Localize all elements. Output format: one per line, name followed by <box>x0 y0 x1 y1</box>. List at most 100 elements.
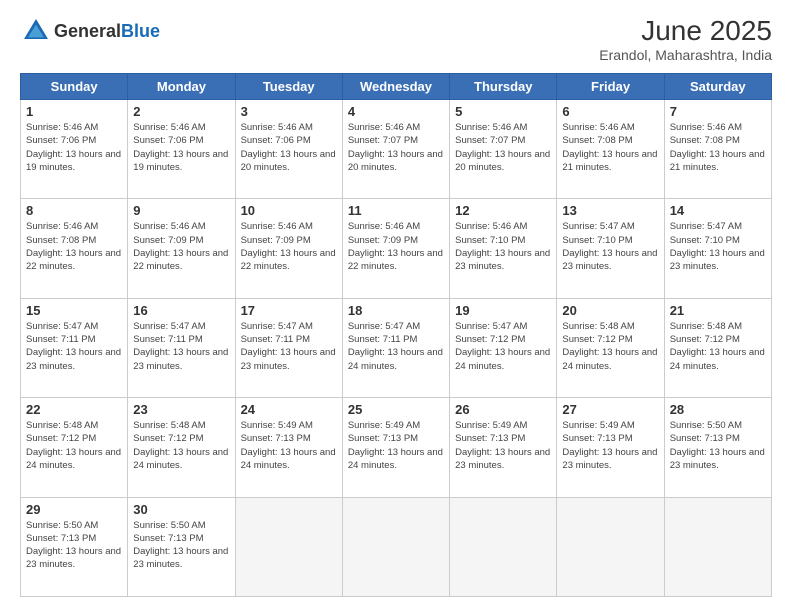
day-info: Sunrise: 5:49 AM Sunset: 7:13 PM Dayligh… <box>562 419 658 472</box>
day-info: Sunrise: 5:46 AM Sunset: 7:07 PM Dayligh… <box>348 121 444 174</box>
day-info: Sunrise: 5:46 AM Sunset: 7:08 PM Dayligh… <box>562 121 658 174</box>
header: GeneralBlue June 2025 Erandol, Maharasht… <box>20 15 772 63</box>
day-cell: 1 Sunrise: 5:46 AM Sunset: 7:06 PM Dayli… <box>21 100 128 199</box>
weekday-header-row: Sunday Monday Tuesday Wednesday Thursday… <box>21 74 772 100</box>
day-number: 5 <box>455 104 551 119</box>
header-saturday: Saturday <box>664 74 771 100</box>
day-number: 2 <box>133 104 229 119</box>
header-wednesday: Wednesday <box>342 74 449 100</box>
day-number: 23 <box>133 402 229 417</box>
day-cell: 3 Sunrise: 5:46 AM Sunset: 7:06 PM Dayli… <box>235 100 342 199</box>
logo-blue-text: Blue <box>121 21 160 41</box>
day-info: Sunrise: 5:48 AM Sunset: 7:12 PM Dayligh… <box>133 419 229 472</box>
day-info: Sunrise: 5:50 AM Sunset: 7:13 PM Dayligh… <box>133 519 229 572</box>
day-info: Sunrise: 5:46 AM Sunset: 7:06 PM Dayligh… <box>26 121 122 174</box>
calendar-row: 8 Sunrise: 5:46 AM Sunset: 7:08 PM Dayli… <box>21 199 772 298</box>
day-cell: 22 Sunrise: 5:48 AM Sunset: 7:12 PM Dayl… <box>21 398 128 497</box>
day-cell: 18 Sunrise: 5:47 AM Sunset: 7:11 PM Dayl… <box>342 298 449 397</box>
day-number: 11 <box>348 203 444 218</box>
day-number: 20 <box>562 303 658 318</box>
logo: GeneralBlue <box>20 15 160 47</box>
day-info: Sunrise: 5:47 AM Sunset: 7:11 PM Dayligh… <box>348 320 444 373</box>
day-number: 17 <box>241 303 337 318</box>
logo-general-text: General <box>54 21 121 41</box>
empty-cell <box>342 497 449 596</box>
day-number: 8 <box>26 203 122 218</box>
day-cell: 2 Sunrise: 5:46 AM Sunset: 7:06 PM Dayli… <box>128 100 235 199</box>
day-cell: 20 Sunrise: 5:48 AM Sunset: 7:12 PM Dayl… <box>557 298 664 397</box>
empty-cell <box>235 497 342 596</box>
day-info: Sunrise: 5:46 AM Sunset: 7:06 PM Dayligh… <box>133 121 229 174</box>
day-cell: 7 Sunrise: 5:46 AM Sunset: 7:08 PM Dayli… <box>664 100 771 199</box>
day-info: Sunrise: 5:50 AM Sunset: 7:13 PM Dayligh… <box>670 419 766 472</box>
day-info: Sunrise: 5:48 AM Sunset: 7:12 PM Dayligh… <box>26 419 122 472</box>
day-number: 12 <box>455 203 551 218</box>
day-info: Sunrise: 5:46 AM Sunset: 7:08 PM Dayligh… <box>26 220 122 273</box>
day-number: 13 <box>562 203 658 218</box>
day-number: 16 <box>133 303 229 318</box>
day-number: 19 <box>455 303 551 318</box>
day-cell: 25 Sunrise: 5:49 AM Sunset: 7:13 PM Dayl… <box>342 398 449 497</box>
day-number: 15 <box>26 303 122 318</box>
day-info: Sunrise: 5:46 AM Sunset: 7:09 PM Dayligh… <box>241 220 337 273</box>
empty-cell <box>450 497 557 596</box>
day-number: 1 <box>26 104 122 119</box>
day-number: 29 <box>26 502 122 517</box>
day-cell: 10 Sunrise: 5:46 AM Sunset: 7:09 PM Dayl… <box>235 199 342 298</box>
day-cell: 30 Sunrise: 5:50 AM Sunset: 7:13 PM Dayl… <box>128 497 235 596</box>
day-number: 6 <box>562 104 658 119</box>
day-number: 7 <box>670 104 766 119</box>
day-cell: 5 Sunrise: 5:46 AM Sunset: 7:07 PM Dayli… <box>450 100 557 199</box>
day-number: 27 <box>562 402 658 417</box>
day-cell: 21 Sunrise: 5:48 AM Sunset: 7:12 PM Dayl… <box>664 298 771 397</box>
day-info: Sunrise: 5:47 AM Sunset: 7:10 PM Dayligh… <box>670 220 766 273</box>
day-info: Sunrise: 5:46 AM Sunset: 7:06 PM Dayligh… <box>241 121 337 174</box>
day-cell: 24 Sunrise: 5:49 AM Sunset: 7:13 PM Dayl… <box>235 398 342 497</box>
day-number: 25 <box>348 402 444 417</box>
day-info: Sunrise: 5:47 AM Sunset: 7:11 PM Dayligh… <box>241 320 337 373</box>
day-number: 10 <box>241 203 337 218</box>
day-number: 22 <box>26 402 122 417</box>
day-info: Sunrise: 5:48 AM Sunset: 7:12 PM Dayligh… <box>562 320 658 373</box>
day-cell: 9 Sunrise: 5:46 AM Sunset: 7:09 PM Dayli… <box>128 199 235 298</box>
header-sunday: Sunday <box>21 74 128 100</box>
day-cell: 11 Sunrise: 5:46 AM Sunset: 7:09 PM Dayl… <box>342 199 449 298</box>
day-cell: 12 Sunrise: 5:46 AM Sunset: 7:10 PM Dayl… <box>450 199 557 298</box>
day-number: 4 <box>348 104 444 119</box>
empty-cell <box>664 497 771 596</box>
day-cell: 16 Sunrise: 5:47 AM Sunset: 7:11 PM Dayl… <box>128 298 235 397</box>
day-info: Sunrise: 5:46 AM Sunset: 7:08 PM Dayligh… <box>670 121 766 174</box>
day-info: Sunrise: 5:47 AM Sunset: 7:11 PM Dayligh… <box>133 320 229 373</box>
day-cell: 15 Sunrise: 5:47 AM Sunset: 7:11 PM Dayl… <box>21 298 128 397</box>
title-section: June 2025 Erandol, Maharashtra, India <box>599 15 772 63</box>
calendar-table: Sunday Monday Tuesday Wednesday Thursday… <box>20 73 772 597</box>
header-monday: Monday <box>128 74 235 100</box>
day-info: Sunrise: 5:46 AM Sunset: 7:09 PM Dayligh… <box>348 220 444 273</box>
day-number: 21 <box>670 303 766 318</box>
day-info: Sunrise: 5:46 AM Sunset: 7:07 PM Dayligh… <box>455 121 551 174</box>
day-number: 30 <box>133 502 229 517</box>
day-cell: 29 Sunrise: 5:50 AM Sunset: 7:13 PM Dayl… <box>21 497 128 596</box>
calendar-row: 22 Sunrise: 5:48 AM Sunset: 7:12 PM Dayl… <box>21 398 772 497</box>
day-number: 28 <box>670 402 766 417</box>
logo-icon <box>20 15 52 47</box>
day-number: 18 <box>348 303 444 318</box>
day-info: Sunrise: 5:49 AM Sunset: 7:13 PM Dayligh… <box>455 419 551 472</box>
day-info: Sunrise: 5:47 AM Sunset: 7:11 PM Dayligh… <box>26 320 122 373</box>
day-number: 26 <box>455 402 551 417</box>
day-info: Sunrise: 5:50 AM Sunset: 7:13 PM Dayligh… <box>26 519 122 572</box>
calendar-row: 15 Sunrise: 5:47 AM Sunset: 7:11 PM Dayl… <box>21 298 772 397</box>
day-cell: 4 Sunrise: 5:46 AM Sunset: 7:07 PM Dayli… <box>342 100 449 199</box>
day-cell: 6 Sunrise: 5:46 AM Sunset: 7:08 PM Dayli… <box>557 100 664 199</box>
header-friday: Friday <box>557 74 664 100</box>
day-info: Sunrise: 5:47 AM Sunset: 7:10 PM Dayligh… <box>562 220 658 273</box>
day-cell: 23 Sunrise: 5:48 AM Sunset: 7:12 PM Dayl… <box>128 398 235 497</box>
day-number: 3 <box>241 104 337 119</box>
header-thursday: Thursday <box>450 74 557 100</box>
day-number: 9 <box>133 203 229 218</box>
day-info: Sunrise: 5:46 AM Sunset: 7:09 PM Dayligh… <box>133 220 229 273</box>
day-cell: 17 Sunrise: 5:47 AM Sunset: 7:11 PM Dayl… <box>235 298 342 397</box>
day-cell: 26 Sunrise: 5:49 AM Sunset: 7:13 PM Dayl… <box>450 398 557 497</box>
calendar-row: 1 Sunrise: 5:46 AM Sunset: 7:06 PM Dayli… <box>21 100 772 199</box>
day-info: Sunrise: 5:46 AM Sunset: 7:10 PM Dayligh… <box>455 220 551 273</box>
